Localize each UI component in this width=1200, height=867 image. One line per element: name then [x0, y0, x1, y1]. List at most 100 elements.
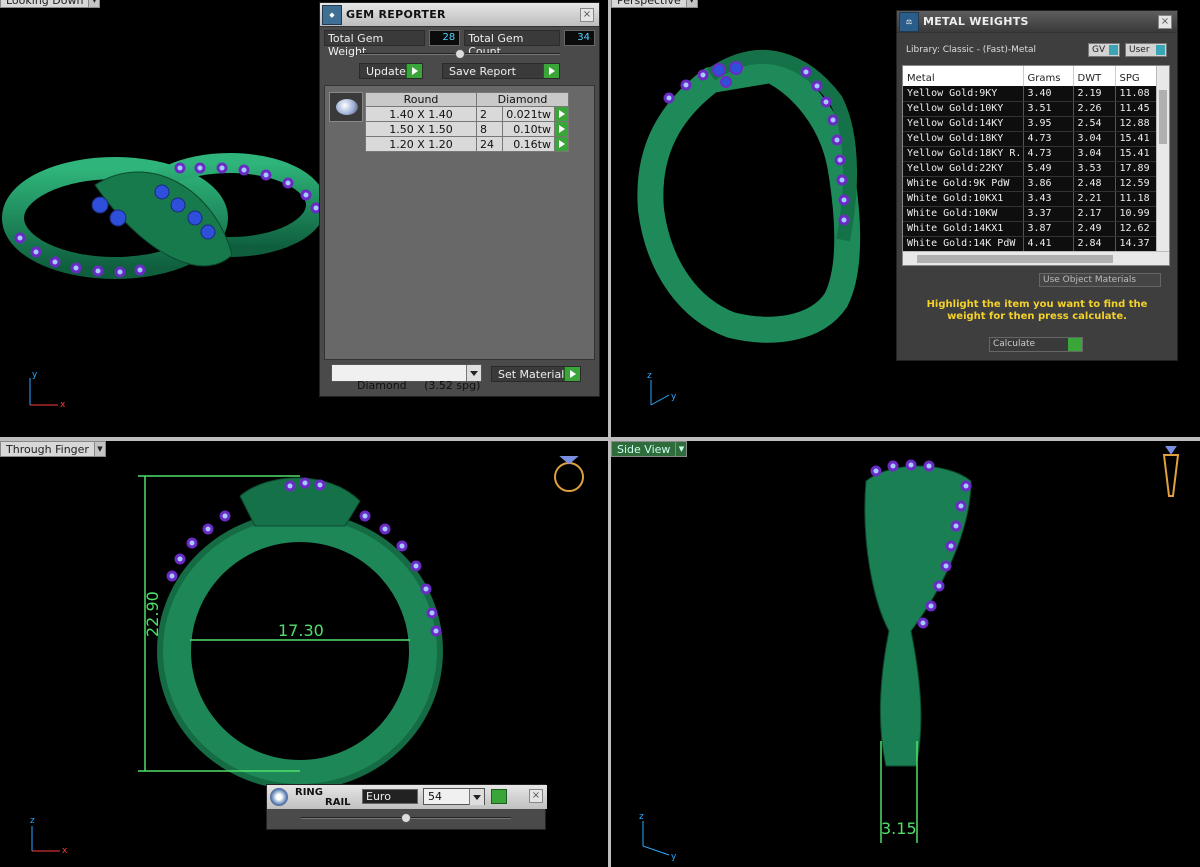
spg: 10.99	[1115, 206, 1158, 222]
grams: 3.86	[1023, 176, 1074, 192]
use-object-materials-toggle[interactable]: Use Object Materials	[1039, 273, 1161, 287]
user-button[interactable]: User	[1125, 43, 1167, 57]
spg: 12.59	[1115, 176, 1158, 192]
table-row[interactable]: Yellow Gold:18KY 4.73 3.04 15.41	[903, 131, 1158, 147]
table-row[interactable]: Yellow Gold:9KY 3.40 2.19 11.08	[903, 86, 1158, 102]
gem-size: 1.20 X 1.20	[365, 136, 477, 152]
ring-side-view: 3.15 zy	[639, 446, 1180, 862]
metal-weights-grid[interactable]: Metal Grams DWT SPG Yellow Gold:9KY 3.40 2…	[902, 65, 1170, 266]
use-object-materials-label: Use Object Materials	[1043, 275, 1137, 285]
height-dimension-label: 22.90	[143, 591, 162, 637]
column-header-spg[interactable]: SPG	[1115, 66, 1158, 86]
play-icon	[1068, 338, 1082, 351]
viewport-side-view[interactable]: Side View ▼ 3.15 zy	[611, 441, 1200, 867]
metal-name: White Gold:14K PdW	[903, 236, 1024, 252]
table-row[interactable]: White Gold:9K PdW 3.86 2.48 12.59	[903, 176, 1158, 192]
metal-weights-table: Metal Grams DWT SPG Yellow Gold:9KY 3.40 2…	[903, 66, 1158, 252]
metal-name: White Gold:9K PdW	[903, 176, 1024, 192]
metal-weights-hint: Highlight the item you want to find the …	[926, 299, 1148, 322]
gem-table-area: Round Diamond 1.40 X 1.40 2 0.021tw 1.50…	[324, 85, 595, 360]
spg: 14.37	[1115, 236, 1158, 252]
metal-name: White Gold:10KX1	[903, 191, 1024, 207]
scrollbar-thumb[interactable]	[1159, 90, 1167, 144]
scrollbar-thumb[interactable]	[917, 255, 1113, 263]
dwt: 2.49	[1073, 221, 1116, 237]
set-material-button[interactable]: Set Material	[491, 366, 581, 382]
ring-rail-title-2: RAIL	[325, 797, 351, 808]
slider-knob[interactable]	[455, 49, 465, 59]
update-button[interactable]: Update	[359, 63, 423, 79]
chevron-down-icon[interactable]	[469, 789, 484, 805]
close-icon[interactable]: ×	[1158, 14, 1172, 29]
axis-gizmo: xy	[29, 370, 66, 410]
ring-size-value: 54	[428, 790, 442, 803]
ring-rail-slider[interactable]	[301, 813, 511, 823]
ring-side-shank	[864, 465, 972, 767]
thickness-dimension-label: 3.15	[881, 819, 917, 838]
svg-text:y: y	[671, 392, 677, 402]
play-icon[interactable]	[491, 789, 507, 804]
dwt: 2.54	[1073, 116, 1116, 132]
table-row[interactable]: 1.50 X 1.50 8 0.10tw	[365, 121, 569, 137]
select-gem-button[interactable]	[554, 136, 569, 152]
table-row[interactable]: Yellow Gold:10KY 3.51 2.26 11.45	[903, 101, 1158, 117]
grams: 3.51	[1023, 101, 1074, 117]
column-header-grams[interactable]: Grams	[1023, 66, 1074, 86]
chevron-down-icon[interactable]	[466, 365, 481, 381]
gem-weight: 0.16tw	[502, 136, 555, 152]
slider-knob[interactable]	[401, 813, 411, 823]
material-select[interactable]: Diamond (3.52 spg)	[331, 364, 482, 392]
viewport-divider-horizontal[interactable]	[0, 437, 1200, 441]
axis-gizmo: zy	[647, 371, 677, 406]
viewport-looking-down[interactable]: Looking Down ▼ xy ◆ GEM REPORTER × Total…	[0, 0, 608, 437]
ring-standard-field[interactable]: Euro	[362, 789, 418, 804]
close-icon[interactable]: ×	[529, 789, 543, 803]
column-header-metal[interactable]: Metal	[903, 66, 1024, 86]
save-report-button[interactable]: Save Report	[442, 63, 560, 79]
ring-rail-logo-icon	[270, 788, 288, 806]
spg: 17.89	[1115, 161, 1158, 177]
select-gem-button[interactable]	[554, 121, 569, 137]
update-button-label: Update	[366, 64, 406, 78]
horizontal-scrollbar[interactable]	[903, 251, 1169, 265]
user-button-label: User	[1129, 45, 1150, 55]
gem-weight: 0.021tw	[502, 106, 555, 122]
metal-weights-titlebar[interactable]: ⚖ METAL WEIGHTS ×	[897, 11, 1177, 33]
table-row[interactable]: White Gold:14KX1 3.87 2.49 12.62	[903, 221, 1158, 237]
table-row[interactable]: 1.40 X 1.40 2 0.021tw	[365, 106, 569, 122]
vertical-scrollbar[interactable]	[1156, 66, 1169, 252]
metal-name: Yellow Gold:9KY	[903, 86, 1024, 102]
viewport-divider-vertical[interactable]	[608, 0, 611, 867]
column-header-dwt[interactable]: DWT	[1073, 66, 1116, 86]
material-select-value: Diamond (3.52 spg)	[356, 379, 481, 392]
round-diamond-icon[interactable]	[329, 92, 363, 122]
viewport-through-finger[interactable]: Through Finger ▼ 22.90 17.30 xz RING RAI…	[0, 441, 608, 867]
side-view-icon	[1162, 446, 1180, 497]
gem-reporter-titlebar[interactable]: ◆ GEM REPORTER ×	[320, 3, 599, 27]
gem-table-header-material: Diamond	[476, 92, 569, 107]
table-row[interactable]: White Gold:14K PdW 4.41 2.84 14.37	[903, 236, 1158, 252]
grams: 4.41	[1023, 236, 1074, 252]
table-row[interactable]: 1.20 X 1.20 24 0.16tw	[365, 136, 569, 152]
select-gem-button[interactable]	[554, 106, 569, 122]
table-row[interactable]: Yellow Gold:18KY R... 4.73 3.04 15.41	[903, 146, 1158, 162]
gv-button-label: GV	[1092, 45, 1106, 55]
table-row[interactable]: White Gold:10KX1 3.43 2.21 11.18	[903, 191, 1158, 207]
ring-shank	[161, 512, 439, 790]
dwt: 2.19	[1073, 86, 1116, 102]
play-icon	[543, 64, 559, 78]
table-row[interactable]: White Gold:10KW 3.37 2.17 10.99	[903, 206, 1158, 222]
dwt: 2.84	[1073, 236, 1116, 252]
calculate-button[interactable]: Calculate	[989, 337, 1083, 352]
gem-reporter-slider[interactable]	[360, 49, 560, 59]
total-gem-count-value: 34	[563, 30, 595, 46]
ring-size-select[interactable]: 54	[423, 788, 485, 805]
close-icon[interactable]: ×	[580, 7, 594, 22]
gv-button[interactable]: GV	[1088, 43, 1120, 57]
metal-name: Yellow Gold:18KY R...	[903, 146, 1024, 162]
table-row[interactable]: Yellow Gold:14KY 3.95 2.54 12.88	[903, 116, 1158, 132]
table-row[interactable]: Yellow Gold:22KY 5.49 3.53 17.89	[903, 161, 1158, 177]
viewport-perspective[interactable]: Perspective ▼ zy ⚖ METAL WEIGHTS × Librar…	[611, 0, 1200, 437]
ring-rail-titlebar[interactable]: RING RAIL Euro 54 ×	[267, 785, 547, 809]
scale-icon: ⚖	[899, 11, 919, 32]
